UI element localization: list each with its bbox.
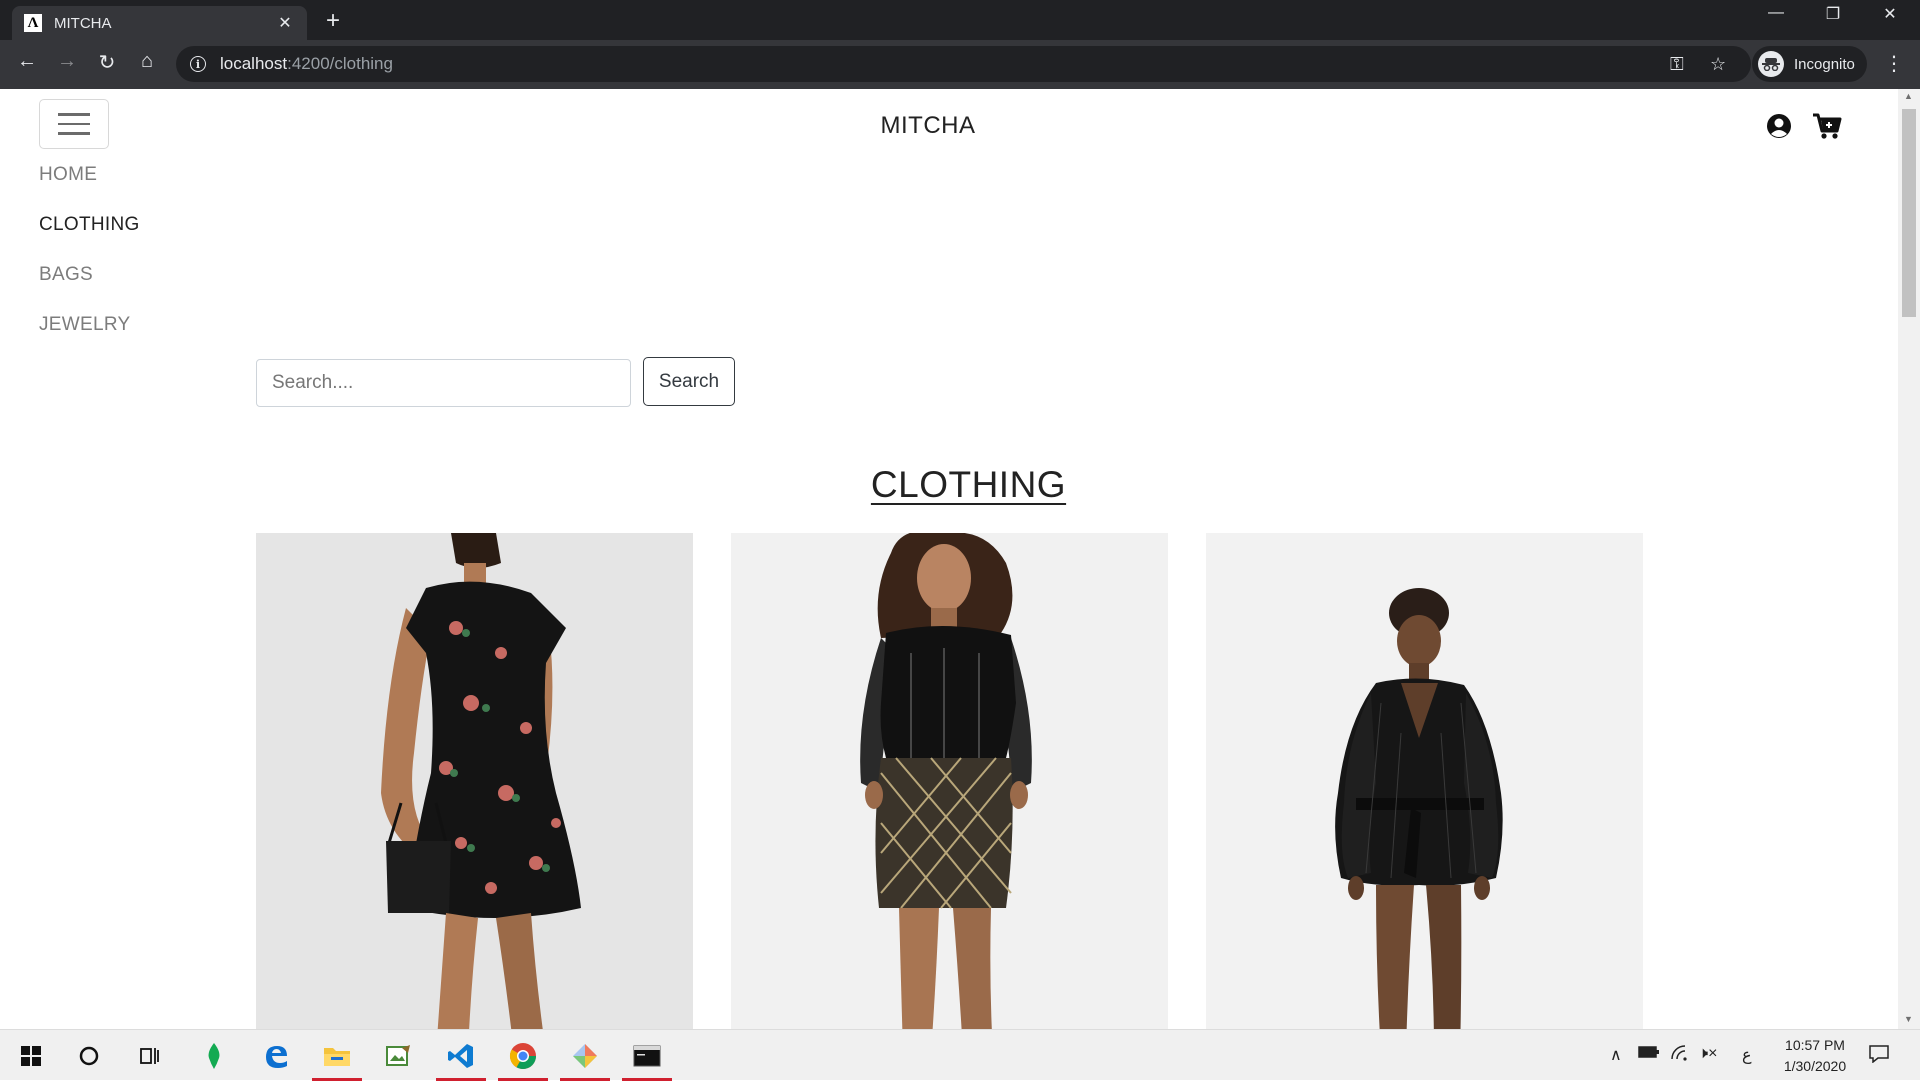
key-icon[interactable]: ⚿	[1670, 46, 1684, 82]
floral-dress-image	[256, 533, 693, 1029]
product-card[interactable]	[731, 533, 1168, 1029]
wrap-dress-image	[1206, 533, 1643, 1029]
notifications-icon[interactable]	[1869, 1045, 1889, 1068]
volume-muted-icon[interactable]: 🕨×	[1698, 1045, 1717, 1063]
mongodb-icon[interactable]	[189, 1030, 239, 1081]
sidebar-item-jewelry[interactable]: JEWELRY	[39, 309, 140, 359]
tray-overflow-icon[interactable]: ∧	[1610, 1045, 1622, 1065]
file-explorer-icon[interactable]	[312, 1030, 362, 1081]
browser-tab[interactable]: Λ MITCHA ✕	[12, 6, 307, 40]
browser-toolbar: ← → ↻ ⌂ i localhost:4200/clothing ⚿ ☆ In…	[0, 40, 1920, 89]
clock-date: 1/30/2020	[1783, 1058, 1847, 1074]
forward-icon[interactable]: →	[52, 50, 82, 73]
close-window-icon[interactable]: ✕	[1870, 4, 1910, 24]
system-clock[interactable]: 10:57 PM 1/30/2020	[1765, 1035, 1865, 1077]
user-account-icon[interactable]	[1766, 113, 1792, 144]
battery-icon[interactable]	[1638, 1045, 1660, 1064]
minimize-icon[interactable]: —	[1756, 4, 1796, 22]
shopping-cart-icon[interactable]	[1812, 113, 1842, 145]
input-language-icon[interactable]: ع	[1742, 1045, 1752, 1065]
git-icon[interactable]	[560, 1030, 610, 1081]
section-title: CLOTHING	[870, 464, 1067, 505]
search-button[interactable]: Search	[643, 357, 735, 406]
page-viewport: HOME CLOTHING BAGS JEWELRY MITCHA Search…	[0, 89, 1898, 1029]
windows-taskbar: ∧ 🕨× ع 10:57 PM 1/30/2020	[0, 1029, 1920, 1081]
restore-icon[interactable]: ❐	[1813, 4, 1853, 24]
product-card[interactable]	[256, 533, 693, 1029]
new-tab-icon[interactable]: +	[326, 7, 340, 35]
scroll-up-icon[interactable]: ▲	[1904, 91, 1913, 101]
brand-title[interactable]: MITCHA	[0, 112, 1856, 140]
tab-title: MITCHA	[54, 14, 112, 32]
url-path: :4200/clothing	[287, 54, 393, 73]
wifi-icon[interactable]	[1670, 1045, 1690, 1066]
task-view-icon[interactable]	[124, 1030, 174, 1081]
browser-tab-bar: Λ MITCHA ✕ + — ❐ ✕	[0, 0, 1920, 40]
site-info-icon[interactable]: i	[190, 56, 206, 72]
sidebar-item-clothing[interactable]: CLOTHING	[39, 209, 140, 259]
clock-time: 10:57 PM	[1785, 1037, 1845, 1053]
vscode-icon[interactable]	[436, 1030, 486, 1081]
terminal-icon[interactable]	[622, 1030, 672, 1081]
cortana-icon[interactable]	[64, 1030, 114, 1081]
browser-menu-icon[interactable]: ⋮	[1884, 51, 1904, 76]
incognito-icon	[1758, 51, 1784, 77]
product-card[interactable]	[1206, 533, 1643, 1029]
incognito-label: Incognito	[1794, 55, 1855, 73]
bookmark-star-icon[interactable]: ☆	[1710, 46, 1726, 82]
page-scrollbar[interactable]: ▲ ▼	[1898, 89, 1920, 1029]
edge-icon[interactable]	[251, 1030, 301, 1081]
corset-dress-image	[731, 533, 1168, 1029]
mitcha-favicon-icon: Λ	[24, 14, 42, 32]
chrome-icon[interactable]	[498, 1030, 548, 1081]
scroll-down-icon[interactable]: ▼	[1904, 1014, 1913, 1024]
incognito-badge[interactable]: Incognito	[1752, 46, 1867, 82]
address-bar[interactable]: i localhost:4200/clothing ⚿ ☆	[176, 46, 1751, 82]
search-input[interactable]	[256, 359, 631, 407]
sidebar-nav: HOME CLOTHING BAGS JEWELRY	[39, 159, 140, 359]
scroll-thumb[interactable]	[1902, 109, 1916, 317]
editor-icon[interactable]	[374, 1030, 424, 1081]
back-icon[interactable]: ←	[12, 50, 42, 73]
home-icon[interactable]: ⌂	[132, 50, 162, 73]
tab-close-icon[interactable]: ✕	[275, 13, 295, 33]
sidebar-item-bags[interactable]: BAGS	[39, 259, 140, 309]
reload-icon[interactable]: ↻	[92, 50, 122, 75]
url-host: localhost	[220, 54, 288, 73]
start-icon[interactable]	[6, 1030, 56, 1081]
sidebar-item-home[interactable]: HOME	[39, 159, 140, 209]
